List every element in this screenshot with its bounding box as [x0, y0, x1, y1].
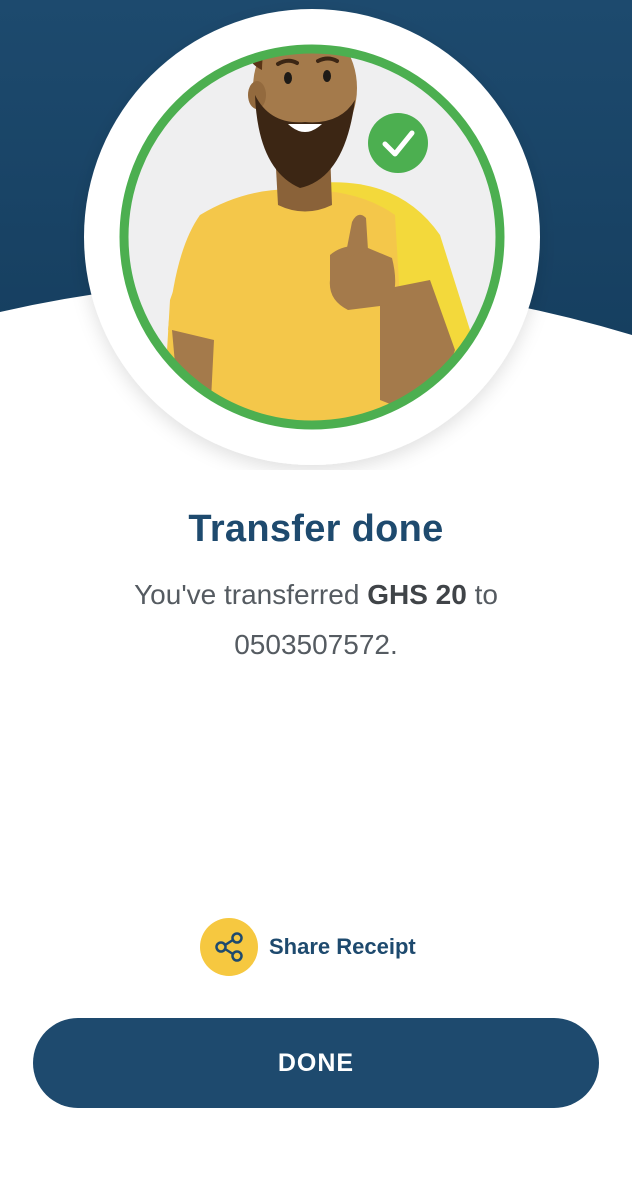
- success-header: [0, 0, 632, 470]
- share-receipt-label[interactable]: Share Receipt: [269, 934, 416, 960]
- message-middle: to: [466, 579, 498, 610]
- message-suffix: .: [389, 629, 398, 660]
- recipient-number: 0503507572: [234, 629, 390, 660]
- done-button[interactable]: DONE: [33, 1018, 599, 1108]
- page-title: Transfer done: [188, 508, 444, 550]
- message-prefix: You've transferred: [134, 579, 368, 610]
- checkmark-icon: [368, 113, 428, 173]
- share-receipt-button[interactable]: Share Receipt: [200, 918, 416, 976]
- transfer-message: You've transferred GHS 20 to 0503507572.: [60, 570, 572, 670]
- share-icon[interactable]: [200, 918, 258, 976]
- transfer-amount: GHS 20: [367, 579, 467, 610]
